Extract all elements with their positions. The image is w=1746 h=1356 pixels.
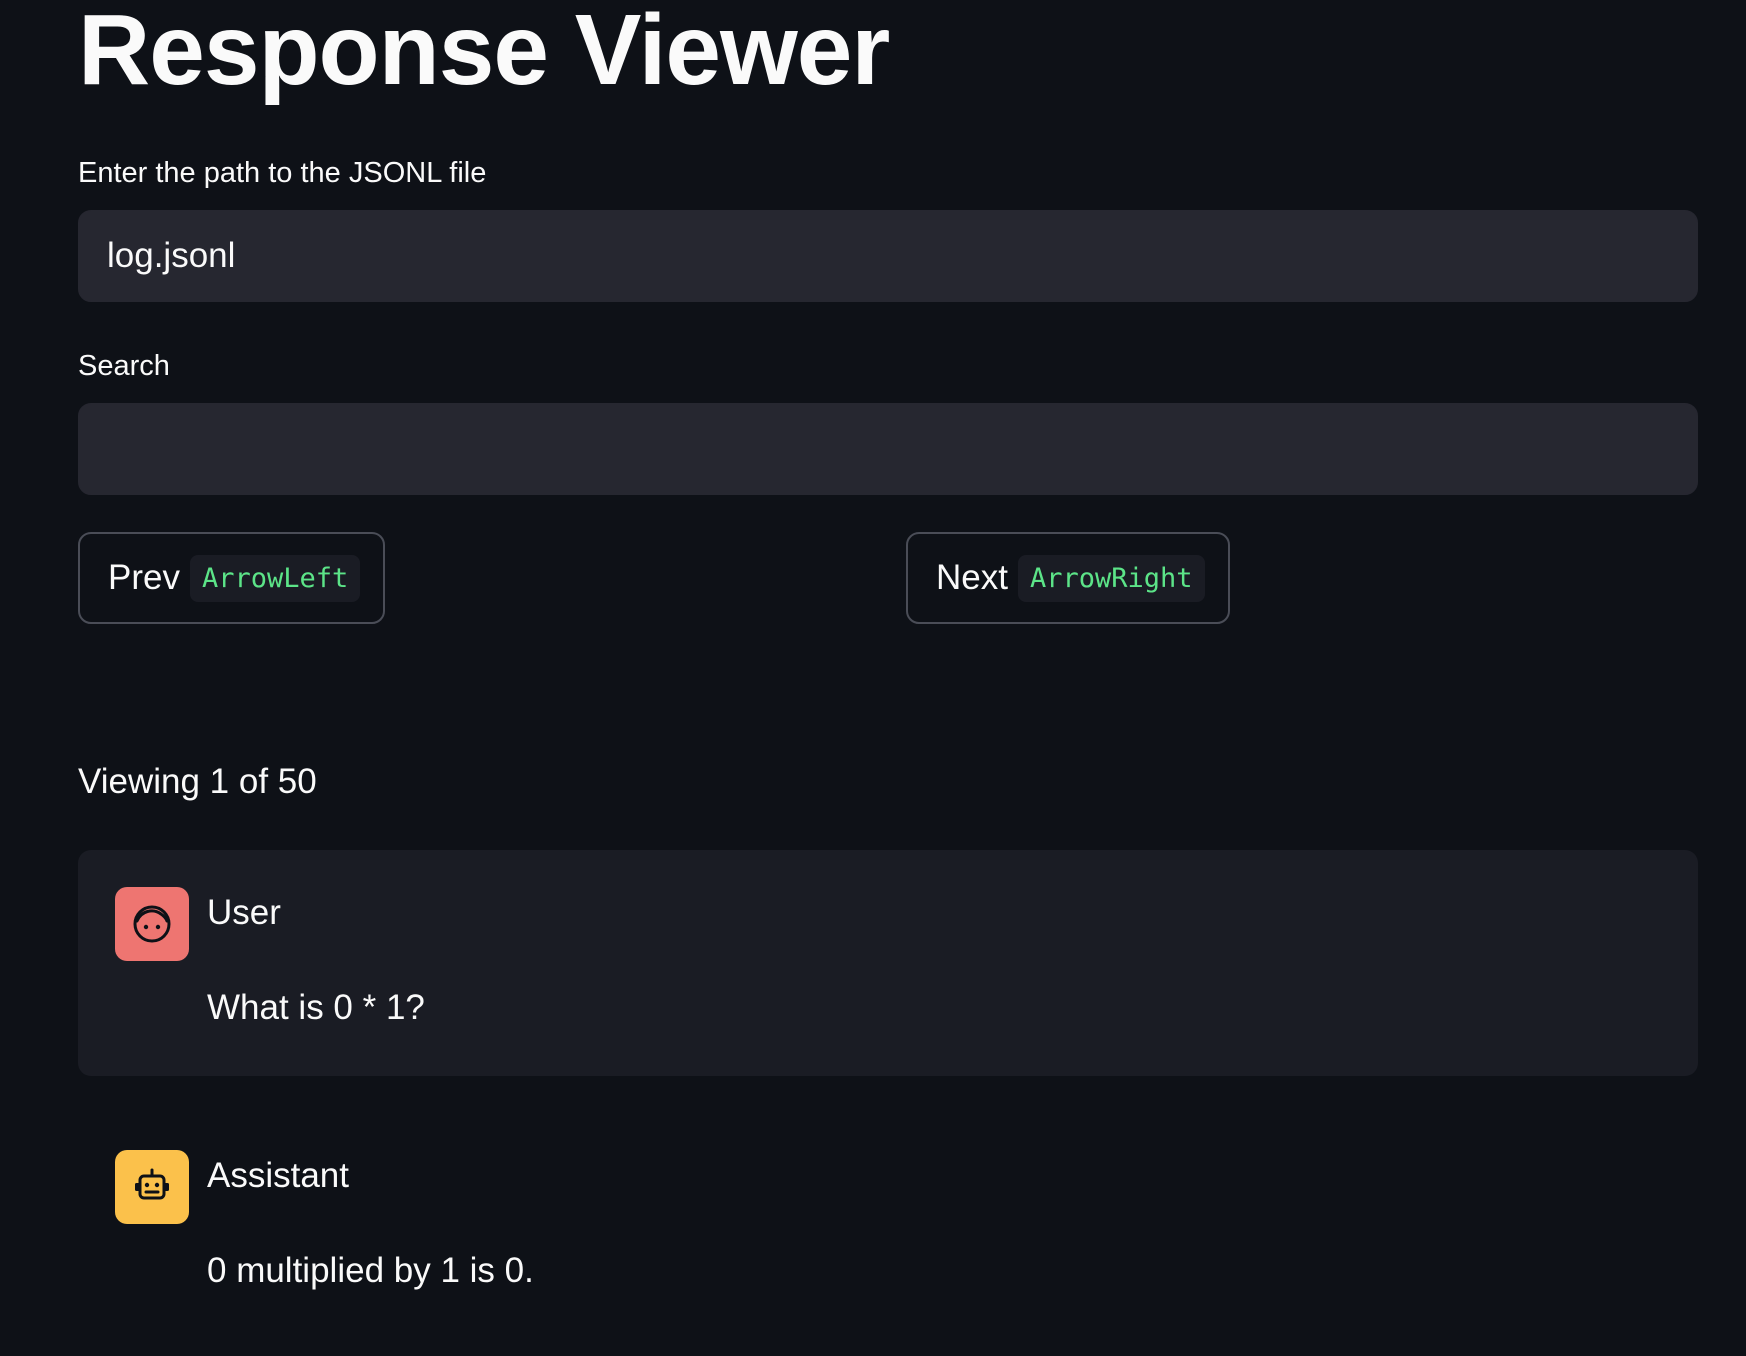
message-role: User <box>207 893 281 932</box>
prev-button[interactable]: Prev ArrowLeft <box>78 532 385 624</box>
prev-shortcut-hint: ArrowLeft <box>189 554 361 602</box>
path-input[interactable] <box>78 210 1698 302</box>
robot-icon <box>135 1168 169 1200</box>
message-text: What is 0 * 1? <box>207 988 425 1027</box>
user-avatar <box>115 887 189 961</box>
next-button-label: Next <box>936 558 1008 597</box>
page-title: Response Viewer <box>78 0 890 106</box>
path-field-label: Enter the path to the JSONL file <box>78 157 487 189</box>
assistant-message: Assistant 0 multiplied by 1 is 0. <box>78 1113 1698 1333</box>
user-message: User What is 0 * 1? <box>78 850 1698 1076</box>
next-shortcut-hint: ArrowRight <box>1017 554 1205 602</box>
assistant-avatar <box>115 1150 189 1224</box>
viewing-counter: Viewing 1 of 50 <box>78 762 317 801</box>
search-input[interactable] <box>78 403 1698 495</box>
message-role: Assistant <box>207 1156 349 1195</box>
message-text: 0 multiplied by 1 is 0. <box>207 1251 534 1290</box>
prev-button-label: Prev <box>108 558 180 597</box>
next-button[interactable]: Next ArrowRight <box>906 532 1230 624</box>
search-field-label: Search <box>78 350 170 382</box>
face-icon <box>133 905 171 943</box>
